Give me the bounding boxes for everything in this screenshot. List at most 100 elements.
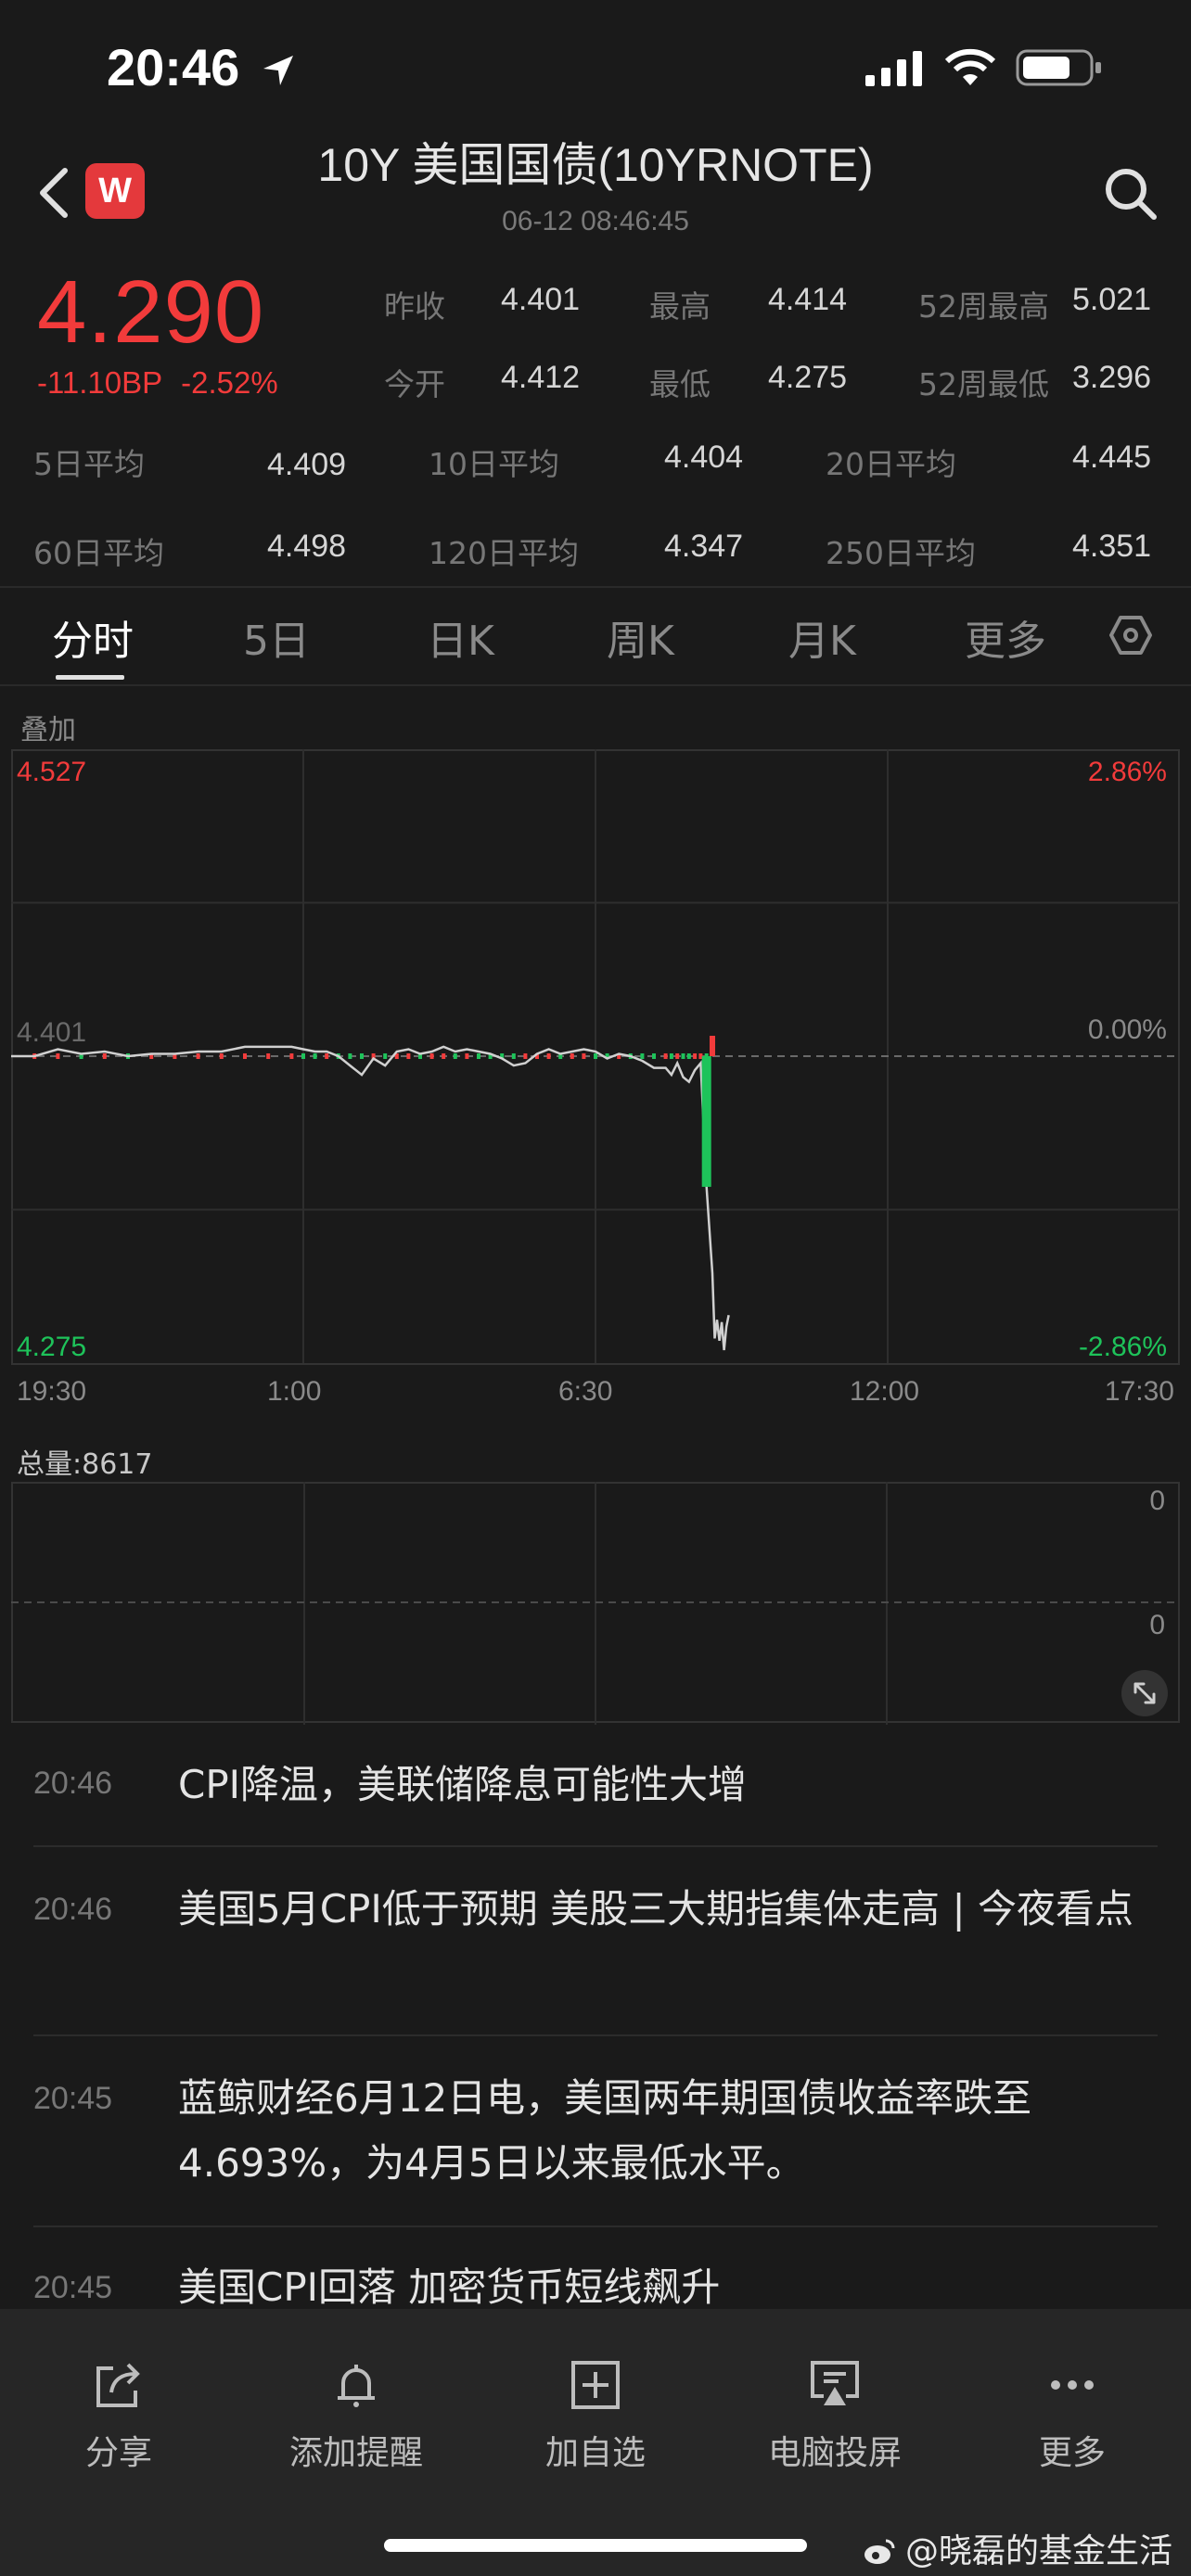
share-icon [96,2363,140,2407]
stat-label-open: 今开 [384,366,445,402]
stat-label-52w-low: 52周最低 [918,366,1049,402]
news-time: 20:45 [33,2081,113,2116]
tick-mark [681,1053,685,1059]
x-tick-4: 17:30 [1104,1376,1174,1407]
location-arrow-icon [263,56,293,85]
tab-weekly-k[interactable]: 周K [607,607,674,667]
drop-volume-bar [701,1056,711,1187]
chart-settings-icon[interactable] [1109,614,1152,657]
y-label-bottom: 4.275 [17,1332,87,1362]
news-separator [33,2225,1158,2227]
stat-label-high: 最高 [649,288,711,325]
add-watchlist-button[interactable]: 加自选 [493,2355,698,2474]
tick-mark [442,1053,446,1059]
news-separator [33,1845,1158,1847]
stat-label-prev-close: 昨收 [384,288,445,325]
pct-label-bottom: -2.86% [1078,1332,1167,1362]
news-title[interactable]: 蓝鲸财经6月12日电，美国两年期国债收益率跌至4.693%，为4月5日以来最低水… [178,2066,1152,2196]
tick-mark [266,1053,271,1059]
more-icon [1051,2380,1094,2390]
y-label-mid: 4.401 [17,1017,87,1048]
stat-label-52w-high: 52周最高 [918,288,1049,325]
avg-label-120d: 120日平均 [429,535,579,571]
screen-cast-label: 电脑投屏 [767,2434,902,2472]
x-tick-3: 12:00 [850,1376,920,1407]
active-tab-indicator [56,675,124,680]
news-title[interactable]: 美国5月CPI低于预期 美股三大期指集体走高 | 今夜看点 [178,1877,1152,1942]
status-time: 20:46 [107,37,297,97]
screen-cast-button[interactable]: 电脑投屏 [733,2355,937,2474]
add-watchlist-label: 加自选 [544,2434,646,2472]
avg-label-250d: 250日平均 [826,535,976,571]
tick-mark [289,1053,294,1059]
avg-label-60d: 60日平均 [33,535,164,571]
tick-mark [102,1053,107,1059]
share-button[interactable]: 分享 [17,2355,221,2474]
stat-label-low: 最低 [649,366,711,402]
pct-label-mid: 0.00% [1087,1014,1167,1045]
stat-value-low: 4.275 [768,360,848,395]
quote-timestamp: 06-12 08:46:45 [502,206,689,236]
tab-monthly-k[interactable]: 月K [788,607,856,667]
stat-value-high: 4.414 [768,282,848,317]
tick-mark [652,1053,656,1059]
page-title: 10Y 美国国债(10YRNOTE) [317,139,874,191]
tick-mark [594,1053,597,1059]
divider [0,586,1191,588]
battery-icon [1016,49,1101,86]
tick-mark [511,1053,516,1059]
tick-mark [313,1053,317,1059]
status-icons [865,45,1103,91]
tick-mark [383,1053,388,1059]
news-time: 20:45 [33,2270,113,2305]
avg-value-10d: 4.404 [664,440,744,475]
tab-intraday[interactable]: 分时 [52,607,134,667]
tick-mark [546,1053,551,1059]
add-reminder-label: 添加提醒 [288,2434,423,2472]
volume-total: 总量:8617 [17,1448,153,1481]
tick-mark [465,1053,469,1059]
tick-mark [663,1053,668,1059]
bell-icon [338,2365,375,2407]
tick-mark [675,1053,680,1059]
change-bp: -11.10BP [37,365,163,400]
tick-mark [301,1053,305,1059]
stat-value-52w-high: 5.021 [1072,282,1152,317]
more-button[interactable]: 更多 [970,2355,1174,2474]
tick-mark [243,1053,247,1059]
divider [0,684,1191,686]
tab-daily-k[interactable]: 日K [427,607,494,667]
avg-label-20d: 20日平均 [826,446,956,482]
tick-mark [453,1053,457,1059]
stat-value-open: 4.412 [501,360,581,395]
more-label: 更多 [1038,2434,1106,2472]
signal-icon [865,51,922,86]
tick-mark [196,1053,200,1059]
y-label-top: 4.527 [17,757,87,787]
wifi-icon [944,48,996,85]
home-indicator[interactable] [384,2539,807,2552]
news-title[interactable]: CPI降温，美联储降息可能性大增 [178,1753,1152,1817]
tick-mark [429,1053,434,1059]
pct-label-top: 2.86% [1087,757,1167,787]
news-separator [33,2034,1158,2036]
change-pct: -2.52% [181,365,278,400]
fullscreen-expand-icon[interactable] [1121,1669,1169,1717]
avg-value-20d: 4.445 [1072,440,1152,475]
tab-5day[interactable]: 5日 [243,607,310,667]
x-tick-1: 1:00 [267,1376,322,1407]
avg-value-250d: 4.351 [1072,529,1152,564]
tick-mark [56,1053,60,1059]
screen-cast-icon [811,2361,859,2405]
tick-mark [582,1053,586,1059]
overlay-toggle[interactable]: 叠加 [20,707,76,747]
tick-mark [640,1053,645,1059]
tab-more[interactable]: 更多 [965,607,1046,667]
tick-mark [360,1053,364,1059]
news-time: 20:46 [33,1766,113,1801]
volume-axis-top: 0 [1149,1486,1165,1516]
add-reminder-button[interactable]: 添加提醒 [254,2355,458,2474]
stat-value-prev-close: 4.401 [501,282,581,317]
search-icon[interactable] [1100,163,1159,223]
add-watchlist-icon [571,2361,620,2409]
